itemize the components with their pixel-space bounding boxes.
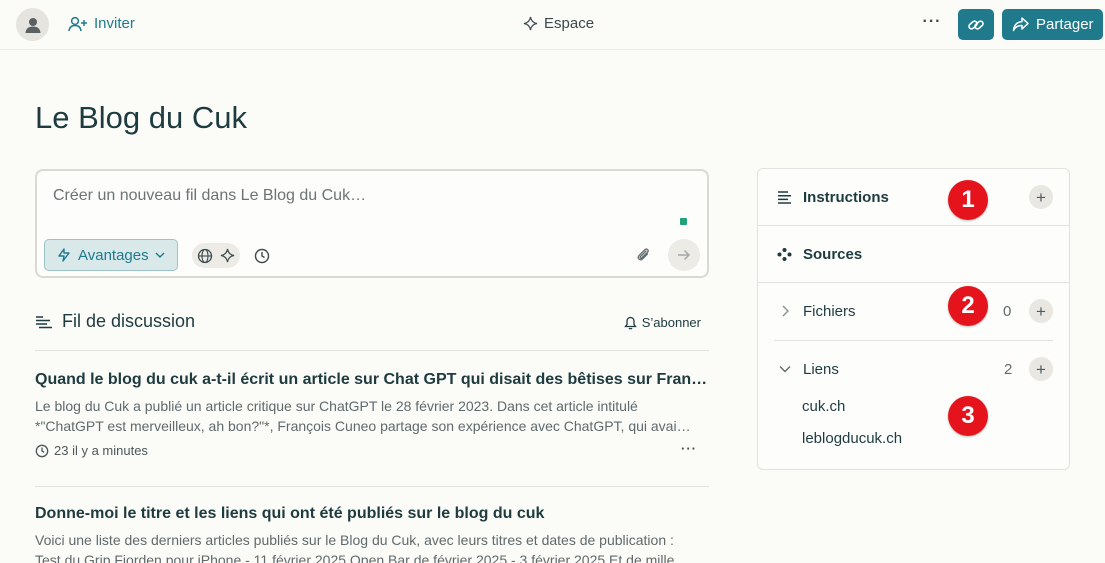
thread-meta: 23 il y a minutes ··· — [35, 441, 709, 458]
space-button[interactable]: Espace — [523, 15, 594, 32]
user-icon — [25, 17, 40, 33]
plus-icon: + — [1036, 301, 1046, 321]
thread-title[interactable]: Donne-moi le titre et les liens qui ont … — [35, 505, 709, 523]
thread-more-button[interactable]: ··· — [681, 441, 697, 456]
mode-icon — [58, 248, 70, 262]
add-instructions-button[interactable]: + — [1029, 185, 1053, 209]
text-lines-icon — [778, 190, 791, 204]
add-file-button[interactable]: + — [1029, 299, 1053, 323]
space-settings-panel: Instructions + Sources Fichiers 0 + Lien… — [757, 168, 1070, 470]
annotation-badge: 3 — [948, 396, 988, 436]
thread-divider — [35, 486, 709, 487]
thread-snippet: Voici une liste des derniers articles pu… — [35, 530, 709, 563]
links-count: 2 — [1004, 361, 1013, 378]
annotation-badge: 1 — [948, 180, 988, 220]
clock-icon — [254, 248, 270, 263]
link-item[interactable]: cuk.ch — [802, 398, 845, 415]
top-bar: Inviter Espace ··· Partager — [0, 0, 1105, 50]
feed-header: Fil de discussion S’abonner — [35, 311, 709, 351]
more-options-button[interactable]: ··· — [920, 13, 944, 35]
sources-label: Sources — [803, 245, 863, 263]
history-button[interactable] — [251, 245, 273, 267]
sparkle-icon — [523, 16, 538, 31]
status-dot — [680, 218, 687, 225]
row-divider — [758, 225, 1069, 226]
composer-tools — [192, 243, 273, 268]
files-count: 0 — [1003, 303, 1012, 320]
share-button[interactable]: Partager — [1002, 9, 1103, 40]
clock-icon — [35, 444, 49, 457]
links-row[interactable]: Liens — [758, 353, 1069, 385]
more-icon: ··· — [922, 13, 942, 30]
thread-item[interactable]: Donne-moi le titre et les liens qui ont … — [35, 505, 709, 563]
subscribe-button[interactable]: S’abonner — [623, 315, 701, 330]
attach-button[interactable] — [635, 246, 651, 269]
sparkle-icon — [220, 248, 234, 263]
snippet-line: Test du Grip Fjorden pour iPhone - 11 fé… — [35, 552, 689, 563]
feed-title-label: Fil de discussion — [62, 311, 196, 331]
thread-item[interactable]: Quand le blog du cuk a-t-il écrit un art… — [35, 371, 709, 458]
chevron-down-icon — [155, 252, 165, 258]
link-item[interactable]: leblogducuk.ch — [802, 430, 902, 447]
arrow-right-icon — [678, 249, 691, 261]
files-row[interactable]: Fichiers — [758, 295, 1069, 327]
thread-list-icon — [36, 315, 52, 328]
feed-title: Fil de discussion — [35, 311, 195, 332]
links-label: Liens — [803, 360, 839, 378]
link-icon — [968, 19, 984, 30]
space-label: Espace — [544, 15, 595, 32]
composer-input[interactable]: Créer un nouveau fil dans Le Blog du Cuk… — [53, 187, 366, 205]
chevron-right-icon — [782, 305, 789, 317]
share-label: Partager — [1036, 16, 1094, 33]
instructions-label: Instructions — [803, 188, 889, 206]
snippet-line: Le blog du Cuk a publié un article criti… — [35, 398, 638, 414]
files-label: Fichiers — [803, 302, 856, 320]
mode-selector[interactable]: Avantages — [44, 239, 178, 271]
add-user-icon — [68, 16, 87, 31]
send-button[interactable] — [668, 239, 700, 271]
subscribe-label: S’abonner — [641, 315, 701, 330]
row-divider — [774, 340, 1053, 341]
invite-label: Inviter — [94, 15, 135, 32]
plus-icon: + — [1036, 187, 1046, 207]
thread-timestamp: 23 il y a minutes — [54, 443, 148, 458]
mode-label: Avantages — [78, 246, 149, 264]
annotation-badge: 2 — [948, 286, 988, 326]
globe-icon — [197, 248, 213, 263]
share-arrow-icon — [1012, 17, 1029, 32]
bell-icon — [623, 316, 637, 329]
chevron-down-icon — [779, 366, 791, 373]
row-divider — [758, 282, 1069, 283]
new-thread-composer[interactable]: Créer un nouveau fil dans Le Blog du Cuk… — [35, 169, 709, 278]
add-link-button[interactable]: + — [1029, 357, 1053, 381]
space-sources-toggle[interactable] — [216, 245, 238, 267]
page-title: Le Blog du Cuk — [35, 100, 247, 135]
thread-snippet: Le blog du Cuk a publié un article criti… — [35, 396, 709, 436]
sources-icon — [777, 247, 792, 261]
web-search-toggle[interactable] — [194, 245, 216, 267]
sources-row[interactable]: Sources — [758, 238, 1069, 270]
plus-icon: + — [1036, 359, 1046, 379]
instructions-row[interactable]: Instructions — [758, 181, 1069, 213]
snippet-line: Voici une liste des derniers articles pu… — [35, 532, 674, 548]
paperclip-icon — [637, 248, 649, 261]
copy-link-button[interactable] — [958, 9, 994, 40]
source-toggle-group — [192, 243, 240, 268]
snippet-line: *"ChatGPT est merveilleux, ah bon?"*, Fr… — [35, 418, 691, 434]
thread-title[interactable]: Quand le blog du cuk a-t-il écrit un art… — [35, 371, 709, 389]
invite-button[interactable]: Inviter — [68, 15, 135, 32]
avatar[interactable] — [16, 8, 49, 41]
